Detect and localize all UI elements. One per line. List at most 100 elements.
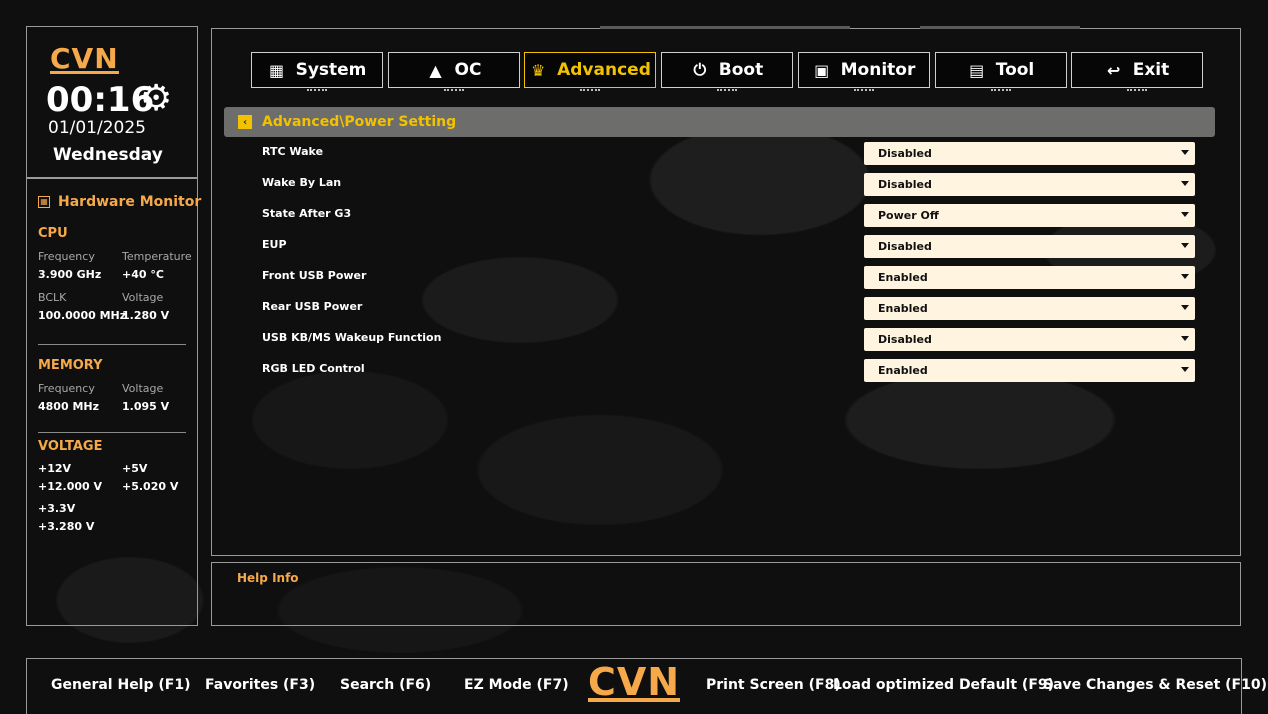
cpu-frequency-value: 3.900 GHz <box>38 268 102 281</box>
usb-kbms-wakeup-select[interactable]: Disabled <box>864 328 1195 351</box>
v5-label: +5V <box>122 462 148 475</box>
brand-logo-footer: CVN <box>588 660 681 704</box>
hardware-monitor-label: Hardware Monitor <box>58 194 202 210</box>
tab-system[interactable]: ▦ System <box>251 52 383 91</box>
tab-advanced[interactable]: ♛ Advanced <box>524 52 656 91</box>
help-panel <box>211 562 1241 626</box>
setting-row-usb-kbms-wakeup: USB KB/MS Wakeup Function Disabled <box>262 328 1195 352</box>
cpu-temperature-label: Temperature <box>122 250 192 263</box>
caret-down-icon <box>1181 336 1189 341</box>
power-icon: ⏻ <box>693 60 707 79</box>
tab-oc[interactable]: ▲ OC <box>388 52 520 91</box>
help-title: Help Info <box>237 571 299 585</box>
voltage-section-title: VOLTAGE <box>38 439 103 454</box>
setting-row-rtc-wake: RTC Wake Disabled <box>262 142 1195 166</box>
memory-frequency-label: Frequency <box>38 382 95 395</box>
memory-voltage-label: Voltage <box>122 382 164 395</box>
memory-frequency-value: 4800 MHz <box>38 400 99 413</box>
clock-time: 00:16 <box>46 80 155 120</box>
v33-value: +3.280 V <box>38 520 95 533</box>
cpu-frequency-label: Frequency <box>38 250 95 263</box>
ez-mode-button[interactable]: EZ Mode (F7) <box>464 677 569 693</box>
memory-section-title: MEMORY <box>38 358 103 373</box>
setting-label: RTC Wake <box>262 145 324 158</box>
back-icon[interactable]: ‹ <box>238 115 252 129</box>
setting-row-eup: EUP Disabled <box>262 235 1195 259</box>
tab-monitor[interactable]: ▣ Monitor <box>798 52 930 91</box>
select-value: Enabled <box>878 271 928 284</box>
divider <box>38 432 186 433</box>
print-screen-button[interactable]: Print Screen (F8) <box>706 677 841 693</box>
caret-down-icon <box>1181 367 1189 372</box>
state-after-g3-select[interactable]: Power Off <box>864 204 1195 227</box>
load-default-button[interactable]: Load optimized Default (F9) <box>833 677 1054 693</box>
crown-icon: ♛ <box>530 60 546 80</box>
gear-icon[interactable]: ⚙ <box>140 78 172 119</box>
caret-down-icon <box>1181 181 1189 186</box>
select-value: Enabled <box>878 364 928 377</box>
tab-label: Monitor <box>840 60 916 80</box>
cpu-bclk-label: BCLK <box>38 291 67 304</box>
v12-value: +12.000 V <box>38 480 103 493</box>
caret-down-icon <box>1181 212 1189 217</box>
rocket-icon: ▲ <box>429 60 442 80</box>
cpu-voltage-value: 1.280 V <box>122 309 170 322</box>
grid-icon: ▦ <box>269 60 285 80</box>
tab-exit[interactable]: ↩ Exit <box>1071 52 1203 91</box>
caret-down-icon <box>1181 274 1189 279</box>
memory-voltage-value: 1.095 V <box>122 400 170 413</box>
select-value: Enabled <box>878 302 928 315</box>
tab-tool[interactable]: ▤ Tool <box>935 52 1067 91</box>
pulse-icon: ▣ <box>814 60 830 80</box>
rtc-wake-select[interactable]: Disabled <box>864 142 1195 165</box>
setting-row-front-usb-power: Front USB Power Enabled <box>262 266 1195 290</box>
tab-label: OC <box>454 60 482 80</box>
select-value: Disabled <box>878 178 932 191</box>
save-reset-button[interactable]: Save Changes & Reset (F10) <box>1043 677 1267 693</box>
divider <box>38 344 186 345</box>
caret-down-icon <box>1181 305 1189 310</box>
setting-label: Front USB Power <box>262 269 367 282</box>
setting-label: Rear USB Power <box>262 300 363 313</box>
tab-label: Exit <box>1132 60 1170 80</box>
general-help-button[interactable]: General Help (F1) <box>51 677 190 693</box>
rear-usb-power-select[interactable]: Enabled <box>864 297 1195 320</box>
select-value: Power Off <box>878 209 939 222</box>
cpu-voltage-label: Voltage <box>122 291 164 304</box>
caret-down-icon <box>1181 150 1189 155</box>
favorites-button[interactable]: Favorites (F3) <box>205 677 315 693</box>
setting-label: RGB LED Control <box>262 362 365 375</box>
rgb-led-control-select[interactable]: Enabled <box>864 359 1195 382</box>
v5-value: +5.020 V <box>122 480 179 493</box>
frame-decoration <box>920 26 1080 29</box>
setting-row-rear-usb-power: Rear USB Power Enabled <box>262 297 1195 321</box>
tab-label: Tool <box>995 60 1035 80</box>
clock-date: 01/01/2025 <box>48 118 146 138</box>
select-value: Disabled <box>878 147 932 160</box>
setting-label: USB KB/MS Wakeup Function <box>262 331 442 344</box>
return-icon: ↩ <box>1107 60 1121 80</box>
clock-weekday: Wednesday <box>53 145 163 165</box>
setting-label: State After G3 <box>262 207 352 220</box>
frame-decoration <box>600 26 850 29</box>
setting-row-wake-by-lan: Wake By Lan Disabled <box>262 173 1195 197</box>
tab-boot[interactable]: ⏻ Boot <box>661 52 793 91</box>
eup-select[interactable]: Disabled <box>864 235 1195 258</box>
tab-label: Advanced <box>557 60 651 80</box>
search-button[interactable]: Search (F6) <box>340 677 431 693</box>
breadcrumb[interactable]: ‹ Advanced\Power Setting <box>224 107 1215 137</box>
tab-label: System <box>295 60 367 80</box>
cpu-section-title: CPU <box>38 226 68 241</box>
brand-logo: CVN <box>50 42 119 75</box>
toolbox-icon: ▤ <box>969 60 985 80</box>
breadcrumb-text: Advanced\Power Setting <box>262 114 457 130</box>
wake-by-lan-select[interactable]: Disabled <box>864 173 1195 196</box>
select-value: Disabled <box>878 240 932 253</box>
setting-label: Wake By Lan <box>262 176 342 189</box>
tab-label: Boot <box>718 60 764 80</box>
hardware-monitor-title: ▦ Hardware Monitor <box>38 194 201 210</box>
front-usb-power-select[interactable]: Enabled <box>864 266 1195 289</box>
v12-label: +12V <box>38 462 72 475</box>
cpu-temperature-value: +40 °C <box>122 268 164 281</box>
cpu-bclk-value: 100.0000 MHz <box>38 309 127 322</box>
